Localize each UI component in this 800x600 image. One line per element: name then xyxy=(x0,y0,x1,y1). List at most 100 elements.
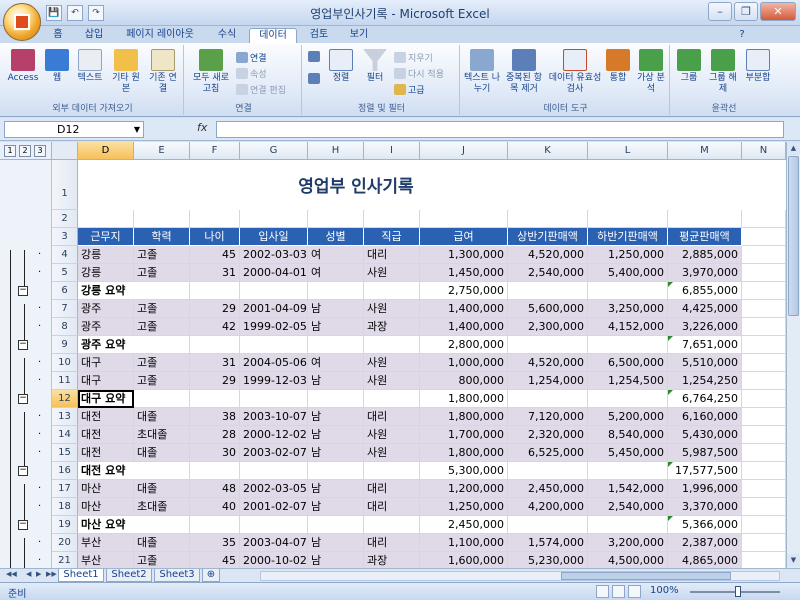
data-cell[interactable]: 3,200,000 xyxy=(588,534,668,552)
consolidate-button[interactable]: 통합 xyxy=(604,49,632,84)
data-cell[interactable]: 사원 xyxy=(364,372,420,390)
group-button[interactable]: 그룹 xyxy=(674,49,704,84)
data-cell[interactable]: 2,540,000 xyxy=(508,264,588,282)
blank-cell[interactable] xyxy=(742,354,786,372)
data-cell[interactable]: 대리 xyxy=(364,534,420,552)
data-cell[interactable]: 6,160,000 xyxy=(668,408,742,426)
blank-cell[interactable] xyxy=(240,282,308,300)
row-header-8[interactable]: 8 xyxy=(52,318,78,336)
data-cell[interactable]: 1,254,250 xyxy=(668,372,742,390)
data-cell[interactable]: 남 xyxy=(308,426,364,444)
data-cell[interactable]: 남 xyxy=(308,480,364,498)
blank-cell[interactable] xyxy=(742,462,786,480)
subtotal-label[interactable]: 광주 요약 xyxy=(78,336,190,354)
row-header-17[interactable]: 17 xyxy=(52,480,78,498)
data-cell[interactable]: 4,520,000 xyxy=(508,354,588,372)
column-title[interactable]: 하반기판매액 xyxy=(588,228,668,246)
data-cell[interactable]: 광주 xyxy=(78,318,134,336)
blank-cell[interactable] xyxy=(308,516,364,534)
blank-cell[interactable] xyxy=(240,336,308,354)
data-cell[interactable]: 사원 xyxy=(364,426,420,444)
tab-view[interactable]: 보기 xyxy=(342,28,376,43)
blank-cell[interactable] xyxy=(308,390,364,408)
vertical-scrollbar[interactable]: ▲ ▼ xyxy=(786,142,800,568)
data-cell[interactable]: 남 xyxy=(308,300,364,318)
row-header-13[interactable]: 13 xyxy=(52,408,78,426)
data-cell[interactable]: 2,885,000 xyxy=(668,246,742,264)
data-cell[interactable]: 대리 xyxy=(364,246,420,264)
column-header-m[interactable]: M xyxy=(668,142,742,160)
blank-cell[interactable] xyxy=(742,516,786,534)
blank-cell[interactable] xyxy=(668,210,742,228)
worksheet-grid[interactable]: 영업부 인사기록 근무지 학력 나이 입사일 성별 직급 급여 상반기판매액 하반기판매액 평균판… xyxy=(78,160,786,568)
data-cell[interactable]: 2003-02-07 xyxy=(240,444,308,462)
subtotal-avg[interactable]: 17,577,500 xyxy=(668,462,742,480)
blank-cell[interactable] xyxy=(742,480,786,498)
column-title[interactable]: 상반기판매액 xyxy=(508,228,588,246)
row-header-5[interactable]: 5 xyxy=(52,264,78,282)
help-icon[interactable]: ? xyxy=(735,28,749,43)
data-cell[interactable]: 고졸 xyxy=(134,246,190,264)
column-header-k[interactable]: K xyxy=(508,142,588,160)
tab-review[interactable]: 검토 xyxy=(302,28,336,43)
data-cell[interactable]: 대졸 xyxy=(134,534,190,552)
column-header-i[interactable]: I xyxy=(364,142,420,160)
data-cell[interactable]: 5,230,000 xyxy=(508,552,588,568)
blank-cell[interactable] xyxy=(190,390,240,408)
data-cell[interactable]: 2003-10-07 xyxy=(240,408,308,426)
data-cell[interactable]: 2002-03-03 xyxy=(240,246,308,264)
blank-cell[interactable] xyxy=(742,552,786,568)
normal-view-icon[interactable] xyxy=(596,585,609,598)
data-cell[interactable]: 3,370,000 xyxy=(668,498,742,516)
data-cell[interactable]: 2,320,000 xyxy=(508,426,588,444)
blank-cell[interactable] xyxy=(190,462,240,480)
sort-button[interactable]: 정렬 xyxy=(326,49,356,84)
data-cell[interactable]: 사원 xyxy=(364,264,420,282)
blank-cell[interactable] xyxy=(240,516,308,534)
data-cell[interactable]: 30 xyxy=(190,444,240,462)
data-cell[interactable]: 2003-04-07 xyxy=(240,534,308,552)
blank-cell[interactable] xyxy=(588,462,668,480)
blank-cell[interactable] xyxy=(742,444,786,462)
data-cell[interactable]: 28 xyxy=(190,426,240,444)
column-title[interactable]: 근무지 xyxy=(78,228,134,246)
blank-cell[interactable] xyxy=(742,534,786,552)
column-header-n[interactable]: N xyxy=(742,142,786,160)
blank-cell[interactable] xyxy=(742,228,786,246)
ungroup-button[interactable]: 그룹 해제 xyxy=(706,49,740,95)
blank-cell[interactable] xyxy=(588,516,668,534)
tab-insert[interactable]: 삽입 xyxy=(78,28,110,43)
data-cell[interactable]: 사원 xyxy=(364,354,420,372)
row-header-3[interactable]: 3 xyxy=(52,228,78,246)
data-cell[interactable]: 4,520,000 xyxy=(508,246,588,264)
data-cell[interactable]: 남 xyxy=(308,444,364,462)
data-cell[interactable]: 1,254,500 xyxy=(588,372,668,390)
subtotal-avg[interactable]: 6,764,250 xyxy=(668,390,742,408)
data-cell[interactable]: 8,540,000 xyxy=(588,426,668,444)
row-header-19[interactable]: 19 xyxy=(52,516,78,534)
blank-cell[interactable] xyxy=(742,390,786,408)
remove-duplicates-button[interactable]: 중복된 항목 제거 xyxy=(502,49,546,95)
column-header-g[interactable]: G xyxy=(240,142,308,160)
row-header-15[interactable]: 15 xyxy=(52,444,78,462)
data-cell[interactable]: 고졸 xyxy=(134,372,190,390)
data-cell[interactable]: 1999-12-03 xyxy=(240,372,308,390)
data-cell[interactable]: 대졸 xyxy=(134,408,190,426)
refresh-all-button[interactable]: 모두 새로 고침 xyxy=(188,49,234,95)
data-cell[interactable]: 남 xyxy=(308,318,364,336)
data-cell[interactable]: 남 xyxy=(308,552,364,568)
prev-sheet-icon[interactable]: ◀ xyxy=(26,570,31,578)
undo-icon[interactable]: ↶ xyxy=(67,5,83,21)
data-cell[interactable]: 29 xyxy=(190,372,240,390)
data-cell[interactable]: 사원 xyxy=(364,300,420,318)
data-cell[interactable]: 6,500,000 xyxy=(588,354,668,372)
blank-cell[interactable] xyxy=(508,516,588,534)
row-header-6[interactable]: 6 xyxy=(52,282,78,300)
blank-cell[interactable] xyxy=(742,210,786,228)
row-header-14[interactable]: 14 xyxy=(52,426,78,444)
data-cell[interactable]: 부산 xyxy=(78,552,134,568)
data-cell[interactable]: 5,450,000 xyxy=(588,444,668,462)
blank-cell[interactable] xyxy=(78,210,134,228)
subtotal-label[interactable]: 강릉 요약 xyxy=(78,282,190,300)
blank-cell[interactable] xyxy=(742,336,786,354)
